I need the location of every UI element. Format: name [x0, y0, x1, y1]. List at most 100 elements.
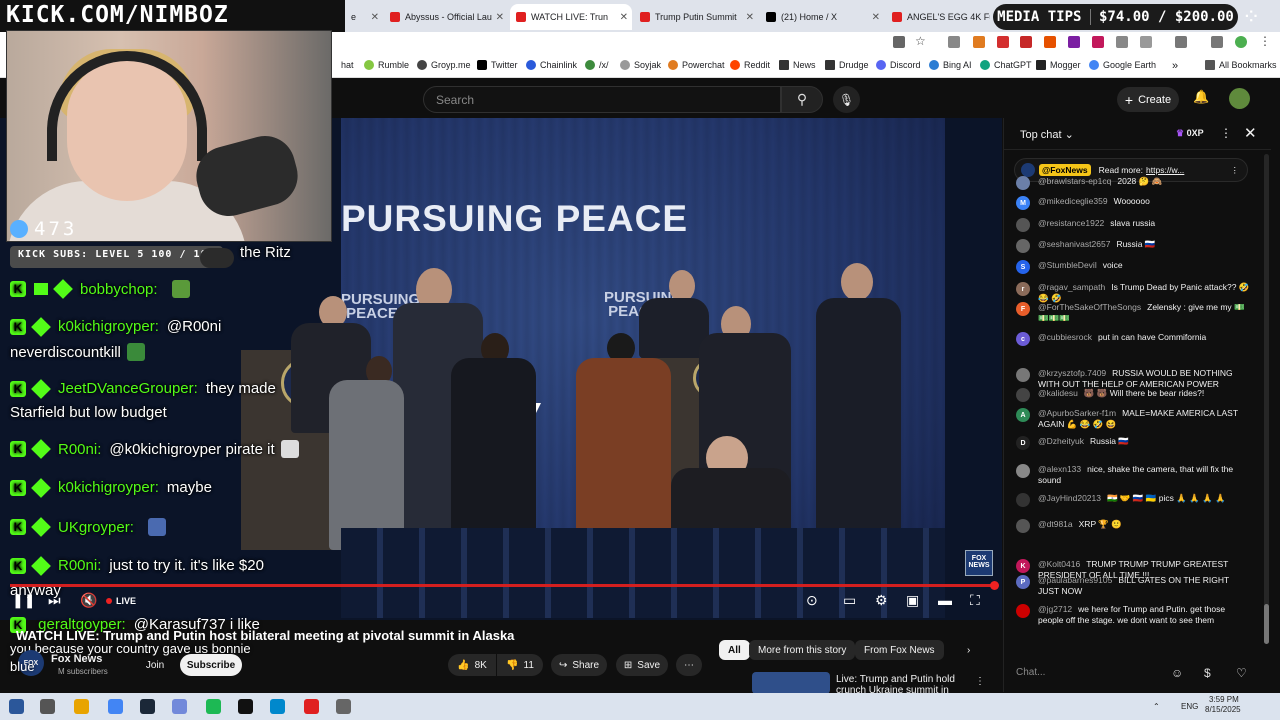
miniplayer-icon[interactable]: ▣ — [906, 592, 919, 609]
reading-list-icon[interactable] — [1211, 36, 1223, 48]
author-name[interactable]: @alexn133 — [1038, 464, 1081, 474]
live-badge[interactable]: LIVE — [106, 596, 136, 606]
bookmark-item[interactable]: Google Earth — [1089, 60, 1156, 70]
next-icon[interactable]: ⏭ — [48, 592, 61, 609]
bookmark-item[interactable]: Powerchat — [668, 60, 725, 70]
cast-icon[interactable] — [893, 36, 905, 48]
chat-message[interactable]: P @paulabarnes9105 BILL GATES ON THE RIGHT… — [1016, 575, 1252, 597]
notifications-bell-icon[interactable]: 🔔 — [1193, 89, 1209, 105]
author-name[interactable]: @ForTheSakeOfTheSongs — [1038, 302, 1141, 312]
author-avatar[interactable]: F — [1016, 302, 1030, 316]
chat-scrollbar[interactable] — [1264, 154, 1269, 644]
bookmark-item[interactable]: ChatGPT — [980, 60, 1032, 70]
author-name[interactable]: @seshanivast2657 — [1038, 239, 1110, 249]
chip-more-from-story[interactable]: More from this story — [749, 640, 856, 660]
author-avatar[interactable] — [1016, 239, 1030, 253]
chat-more-icon[interactable]: ⋮ — [1220, 126, 1232, 140]
author-avatar[interactable] — [1016, 368, 1030, 382]
heart-icon[interactable]: ♡ — [1236, 666, 1247, 680]
author-avatar[interactable]: A — [1016, 408, 1030, 422]
author-name[interactable]: @brawlstars-ep1cq — [1038, 176, 1111, 186]
chip-all[interactable]: All — [719, 640, 750, 660]
emoji-icon[interactable]: ☺ — [1171, 666, 1183, 680]
dislike-button[interactable]: 👎 11 — [497, 654, 543, 676]
extension-icon[interactable] — [948, 36, 960, 48]
extension-icon[interactable] — [1116, 36, 1128, 48]
create-button[interactable]: + Create — [1117, 87, 1179, 112]
sidebar-icon[interactable] — [1175, 36, 1187, 48]
tab-close-icon[interactable]: ✕ — [371, 12, 379, 23]
join-button[interactable]: Join — [138, 654, 172, 676]
fullscreen-icon[interactable]: ⛶ — [970, 592, 980, 609]
browser-menu-icon[interactable]: ⋮ — [1259, 34, 1271, 48]
account-avatar[interactable] — [1229, 88, 1250, 109]
tab-close-icon[interactable]: ✕ — [872, 12, 880, 23]
like-button[interactable]: 👍 8K — [448, 654, 496, 676]
bookmark-item[interactable]: Groyp.me — [417, 60, 471, 70]
tab-close-icon[interactable]: ✕ — [620, 12, 628, 23]
channel-name[interactable]: Fox News — [51, 653, 102, 665]
taskbar-app-icon[interactable] — [140, 699, 155, 714]
recommended-thumbnail[interactable] — [752, 672, 830, 694]
author-avatar[interactable] — [1016, 388, 1030, 402]
bookmark-item[interactable]: Bing AI — [929, 60, 972, 70]
author-name[interactable]: @resistance1922 — [1038, 218, 1104, 228]
extension-icon[interactable] — [997, 36, 1009, 48]
extension-icon[interactable] — [1092, 36, 1104, 48]
start-icon[interactable] — [9, 699, 24, 714]
browser-tab[interactable]: Abyssus - Official Lau ✕ — [384, 4, 508, 30]
browser-tab-active[interactable]: WATCH LIVE: Trun ✕ — [510, 4, 632, 30]
bookmark-item[interactable]: Soyjak — [620, 60, 661, 70]
browser-tab[interactable]: e ✕ — [345, 4, 383, 30]
author-avatar[interactable] — [1016, 218, 1030, 232]
pinned-menu-icon[interactable]: ⋮ — [1231, 165, 1240, 176]
extension-icon[interactable] — [1020, 36, 1032, 48]
author-avatar[interactable]: P — [1016, 575, 1030, 589]
chat-input[interactable]: Chat... — [1016, 662, 1154, 684]
extension-icon[interactable] — [973, 36, 985, 48]
share-button[interactable]: ↪ Share — [551, 654, 607, 676]
author-avatar[interactable] — [1016, 493, 1030, 507]
author-name[interactable]: @jg2712 — [1038, 604, 1072, 614]
xp-badge[interactable]: ♛ 0XP — [1176, 128, 1204, 139]
author-name[interactable]: @ApurboSarker-f1m — [1038, 408, 1116, 418]
mute-icon[interactable]: 🔇 — [80, 592, 97, 609]
extension-icon[interactable] — [1068, 36, 1080, 48]
scrollbar-thumb[interactable] — [1264, 604, 1269, 644]
chat-message[interactable]: r @ragav_sampath Is Trump Dead by Panic at… — [1016, 282, 1252, 304]
author-name[interactable]: @cubbiesrock — [1038, 332, 1092, 342]
extension-icon[interactable] — [1044, 36, 1056, 48]
voice-search-button[interactable]: 🎙 — [833, 86, 860, 113]
author-name[interactable]: @mikediceglie359 — [1038, 196, 1108, 206]
clock-date[interactable]: 8/15/2025 — [1205, 705, 1241, 714]
subscribe-button[interactable]: Subscribe — [180, 654, 242, 676]
chat-message[interactable]: @resistance1922 slava russia — [1016, 218, 1252, 232]
theater-mode-icon[interactable]: ▬ — [938, 592, 952, 608]
pause-icon[interactable]: ❚❚ — [12, 592, 35, 609]
author-name[interactable]: @kalidesu — [1038, 388, 1078, 398]
tab-close-icon[interactable]: ✕ — [746, 12, 754, 23]
bookmark-item[interactable]: News — [779, 60, 816, 70]
bookmark-item[interactable]: Drudge — [825, 60, 869, 70]
recommended-menu-icon[interactable]: ⋮ — [972, 674, 988, 688]
chevron-right-icon[interactable]: › — [958, 640, 979, 660]
chat-message[interactable]: @brawlstars-ep1cq 2028 🤔 🙈 — [1016, 176, 1252, 190]
autoplay-toggle-icon[interactable]: ⊙ — [806, 592, 818, 609]
extensions-puzzle-icon[interactable] — [1140, 36, 1152, 48]
bookmark-item[interactable]: All Bookmarks — [1205, 60, 1277, 70]
browser-tab[interactable]: (21) Home / X ✕ — [760, 4, 884, 30]
chat-message[interactable]: F @ForTheSakeOfTheSongs Zelensky : give me… — [1016, 302, 1252, 324]
chat-message[interactable]: @JayHind20213 🇮🇳 🤝 🇷🇺 🇺🇦 pics 🙏 🙏 🙏 🙏 — [1016, 493, 1252, 507]
author-name[interactable]: @Kolt0416 — [1038, 559, 1080, 569]
author-name[interactable]: @ragav_sampath — [1038, 282, 1105, 292]
chat-message[interactable]: @kalidesu 🐻 🐻 Will there be bear rides?! — [1016, 388, 1252, 402]
chat-message[interactable]: D @Dzheityuk Russia 🇷🇺 — [1016, 436, 1252, 450]
author-avatar[interactable] — [1016, 464, 1030, 478]
live-progress-bar[interactable] — [10, 584, 995, 587]
clock-time[interactable]: 3:59 PM — [1209, 695, 1239, 704]
author-avatar[interactable]: M — [1016, 196, 1030, 210]
bookmark-item[interactable]: hat — [341, 60, 354, 70]
author-avatar[interactable]: r — [1016, 282, 1030, 296]
profile-avatar-icon[interactable] — [1235, 36, 1247, 48]
chat-message[interactable]: c @cubbiesrock put in can have Commifornia — [1016, 332, 1252, 346]
